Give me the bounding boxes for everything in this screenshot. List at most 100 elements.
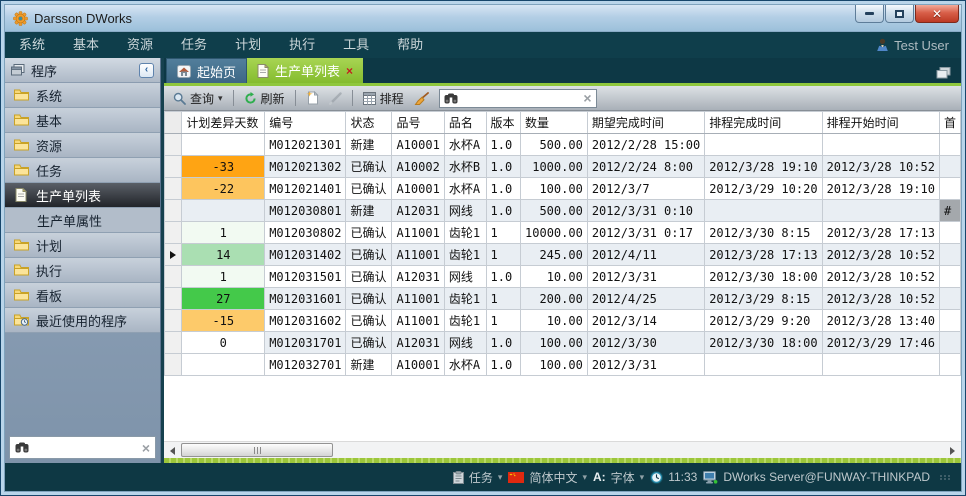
sidebar-search-input[interactable] <box>33 440 138 456</box>
scroll-right-arrow[interactable] <box>946 444 959 457</box>
schedule-grid-icon <box>363 92 376 105</box>
sidebar-item-basic[interactable]: 基本 <box>5 108 160 133</box>
menu-item-tools[interactable]: 工具 <box>329 32 383 58</box>
menu-item-plan[interactable]: 计划 <box>221 32 275 58</box>
toolbar-search-clear-icon[interactable] <box>583 91 591 105</box>
table-row[interactable]: M012030801新建A12031网线1.0500.002012/3/31 0… <box>165 200 961 222</box>
row-header[interactable] <box>165 244 182 266</box>
row-header[interactable] <box>165 222 182 244</box>
tab-production-order-list[interactable]: 生产单列表 <box>247 58 363 83</box>
cell-no: M012031602 <box>265 310 346 332</box>
cell-tail <box>939 310 960 332</box>
cell-qty: 100.00 <box>521 332 588 354</box>
row-header[interactable] <box>165 332 182 354</box>
status-language-dropdown[interactable]: 简体中文 <box>508 469 587 486</box>
sidebar-search-clear-icon[interactable] <box>142 441 150 455</box>
maximize-button[interactable] <box>885 5 914 23</box>
sidebar-item-execute[interactable]: 执行 <box>5 258 160 283</box>
cell-item_no: A12031 <box>392 200 444 222</box>
schedule-button[interactable]: 排程 <box>359 88 408 109</box>
column-header-no[interactable]: 编号 <box>265 112 346 134</box>
sidebar-item-recent-programs[interactable]: 最近使用的程序 <box>5 308 160 333</box>
new-button[interactable] <box>302 89 323 107</box>
column-header-end[interactable]: 排程完成时间 <box>705 112 822 134</box>
tab-close-icon[interactable] <box>346 65 353 77</box>
row-header[interactable] <box>165 156 182 178</box>
row-header[interactable] <box>165 288 182 310</box>
row-header[interactable] <box>165 178 182 200</box>
cell-expect: 2012/3/31 <box>587 354 704 376</box>
table-row[interactable]: -15M012031602已确认A11001齿轮1110.002012/3/14… <box>165 310 961 332</box>
menu-item-resource[interactable]: 资源 <box>113 32 167 58</box>
cell-item_no: A11001 <box>392 288 444 310</box>
menu-item-help[interactable]: 帮助 <box>383 32 437 58</box>
status-font-dropdown[interactable]: 字体 <box>593 469 644 486</box>
scrollbar-thumb[interactable] <box>181 443 333 457</box>
sidebar-collapse-button[interactable] <box>139 63 154 78</box>
column-header-diff[interactable]: 计划差异天数 <box>182 112 265 134</box>
minimize-button[interactable] <box>855 5 884 23</box>
status-task-dropdown[interactable]: 任务 <box>453 469 503 486</box>
sidebar-items: 系统基本资源任务生产单列表生产单属性计划执行看板最近使用的程序 <box>5 83 160 333</box>
edit-button[interactable] <box>325 90 346 107</box>
refresh-icon <box>244 92 257 105</box>
row-header[interactable] <box>165 200 182 222</box>
table-row[interactable]: 14M012031402已确认A11001齿轮11245.002012/4/11… <box>165 244 961 266</box>
cell-status: 已确认 <box>346 156 392 178</box>
cell-expect: 2012/3/31 0:17 <box>587 222 704 244</box>
resize-grip-icon[interactable] <box>940 475 951 480</box>
close-button[interactable]: ✕ <box>915 5 959 23</box>
column-header-item_name[interactable]: 品名 <box>444 112 486 134</box>
table-row[interactable]: -22M012021401已确认A10001水杯A1.0100.002012/3… <box>165 178 961 200</box>
cell-ver: 1 <box>486 244 521 266</box>
cell-ver: 1.0 <box>486 266 521 288</box>
toolbar-search-input[interactable] <box>462 90 580 106</box>
sidebar-item-system[interactable]: 系统 <box>5 83 160 108</box>
menu-item-system[interactable]: 系统 <box>5 32 59 58</box>
cell-qty: 10.00 <box>521 310 588 332</box>
status-server: DWorks Server@FUNWAY-THINKPAD <box>703 470 930 484</box>
menu-item-task[interactable]: 任务 <box>167 32 221 58</box>
column-header-qty[interactable]: 数量 <box>521 112 588 134</box>
sidebar-item-plan[interactable]: 计划 <box>5 233 160 258</box>
cell-diff <box>182 134 265 156</box>
column-header-ver[interactable]: 版本 <box>486 112 521 134</box>
row-header[interactable] <box>165 266 182 288</box>
table-row[interactable]: 1M012030802已确认A11001齿轮1110000.002012/3/3… <box>165 222 961 244</box>
column-header-start[interactable]: 排程开始时间 <box>822 112 939 134</box>
sidebar-item-task[interactable]: 任务 <box>5 158 160 183</box>
sidebar-item-production-order-props[interactable]: 生产单属性 <box>5 208 160 233</box>
cell-tail: # <box>939 200 960 222</box>
cell-tail <box>939 222 960 244</box>
row-header[interactable] <box>165 310 182 332</box>
tab-list-icon[interactable] <box>936 67 951 79</box>
menu-item-execute[interactable]: 执行 <box>275 32 329 58</box>
table-row[interactable]: M012032701新建A10001水杯A1.0100.002012/3/31 <box>165 354 961 376</box>
table-row[interactable]: 1M012031501已确认A12031网线1.010.002012/3/312… <box>165 266 961 288</box>
table-row[interactable]: -33M012021302已确认A10002水杯B1.01000.002012/… <box>165 156 961 178</box>
table-row[interactable]: M012021301新建A10001水杯A1.0500.002012/2/28 … <box>165 134 961 156</box>
menu-item-basic[interactable]: 基本 <box>59 32 113 58</box>
cell-no: M012021302 <box>265 156 346 178</box>
table-row[interactable]: 27M012031601已确认A11001齿轮11200.002012/4/25… <box>165 288 961 310</box>
broom-button[interactable] <box>410 90 433 107</box>
cell-ver: 1.0 <box>486 354 521 376</box>
cell-ver: 1.0 <box>486 200 521 222</box>
horizontal-scrollbar[interactable] <box>164 441 961 458</box>
refresh-button[interactable]: 刷新 <box>240 88 289 109</box>
home-icon <box>177 65 191 78</box>
scroll-left-arrow[interactable] <box>166 444 179 457</box>
sidebar-item-production-order-list[interactable]: 生产单列表 <box>5 183 160 208</box>
sidebar-item-kanban[interactable]: 看板 <box>5 283 160 308</box>
table-row[interactable]: 0M012031701已确认A12031网线1.0100.002012/3/30… <box>165 332 961 354</box>
query-button[interactable]: 查询 <box>169 88 227 109</box>
column-header-status[interactable]: 状态 <box>346 112 392 134</box>
row-header[interactable] <box>165 134 182 156</box>
column-header-tail[interactable]: 首 <box>939 112 960 134</box>
sidebar-item-resource[interactable]: 资源 <box>5 133 160 158</box>
user-area[interactable]: Test User <box>876 38 961 53</box>
tab-home[interactable]: 起始页 <box>166 58 247 83</box>
row-header[interactable] <box>165 354 182 376</box>
column-header-expect[interactable]: 期望完成时间 <box>587 112 704 134</box>
column-header-item_no[interactable]: 品号 <box>392 112 444 134</box>
